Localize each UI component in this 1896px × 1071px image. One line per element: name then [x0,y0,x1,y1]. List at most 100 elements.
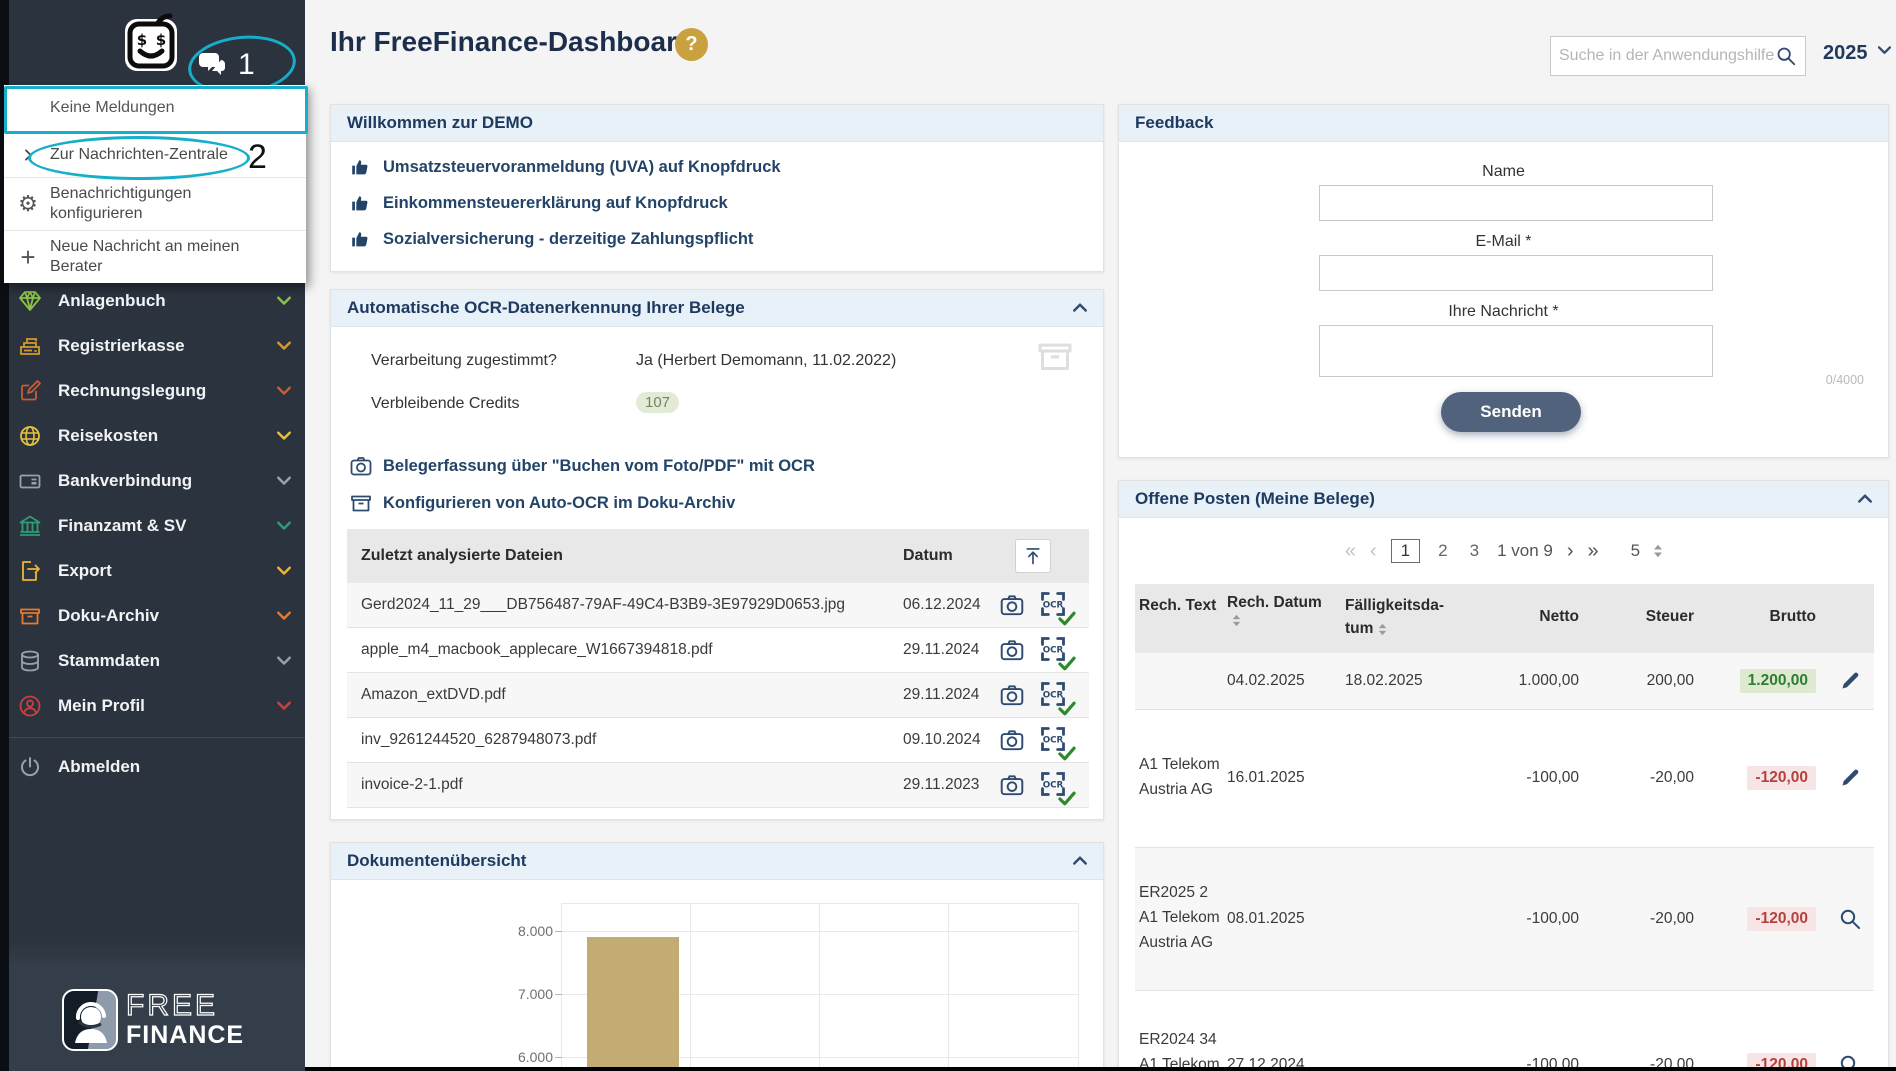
cell-rech-text: ER2024 34 A1 Telekom Austria AG [1135,1028,1223,1071]
menu-item-neue-nachricht[interactable]: + Neue Nachricht an meinen Berater [4,230,306,283]
y-axis-tick: 7.000 [481,986,553,1002]
prev-page-button[interactable]: ‹ [1370,540,1377,563]
documents-bar-chart: 8.000 7.000 6.000 [331,880,1104,1071]
ocr-status-icon[interactable]: OCR [1039,590,1069,620]
analyzed-files-header-row: Zuletzt analysierte Dateien Datum [347,529,1089,583]
page-size-spinner-icon[interactable] [1652,544,1664,558]
sidebar-item-anlagenbuch[interactable]: Anlagenbuch [0,278,305,323]
search-icon[interactable] [1775,45,1797,67]
file-name: Amazon_extDVD.pdf [361,686,506,704]
svg-text:OCR: OCR [1043,781,1064,791]
ocr-status-icon[interactable]: OCR [1039,725,1069,755]
column-header-faelligkeitsdatum[interactable]: Fälligkeitsda-tum [1341,594,1459,641]
sidebar-item-reisekosten[interactable]: Reisekosten [0,413,305,458]
chevron-down-icon[interactable] [275,652,293,670]
message-label: Ihre Nachricht * [1119,303,1888,321]
cell-steuer: -20,00 [1579,769,1694,787]
ocr-status-icon[interactable]: OCR [1039,635,1069,665]
file-name: apple_m4_macbook_applecare_W1667394818.p… [361,641,713,659]
email-field[interactable] [1319,255,1713,291]
camera-icon[interactable] [999,592,1025,618]
collapse-chevron-icon[interactable] [1856,490,1874,508]
sidebar-item-bankverbindung[interactable]: Bankverbindung [0,458,305,503]
last-page-button[interactable]: » [1588,540,1599,563]
link-belegerfassung[interactable]: Belegerfassung über "Buchen vom Foto/PDF… [349,454,815,478]
send-button[interactable]: Senden [1441,392,1581,432]
consent-value: Ja (Herbert Demomann, 11.02.2022) [636,352,896,370]
chevron-down-icon[interactable] [275,697,293,715]
messages-chat-icon[interactable] [196,50,230,80]
thumbs-up-icon [349,192,371,214]
column-header-steuer[interactable]: Steuer [1579,608,1694,626]
page-button[interactable]: 3 [1466,540,1483,562]
sidebar-item-rechnungslegung[interactable]: Rechnungslegung [0,368,305,413]
camera-icon[interactable] [999,637,1025,663]
edit-pencil-icon[interactable] [1838,766,1862,790]
link-uva[interactable]: Umsatzsteuervoranmeldung (UVA) auf Knopf… [349,156,1103,178]
chart-bar[interactable] [587,937,679,1071]
column-header-brutto[interactable]: Brutto [1694,608,1816,626]
bank-building-icon [18,514,42,538]
sidebar-item-mein-profil[interactable]: Mein Profil [0,683,305,728]
menu-item-benachrichtigungen[interactable]: ⚙ Benachrichtigungen konfigurieren [4,177,306,230]
sidebar-item-stammdaten[interactable]: Stammdaten [0,638,305,683]
collapse-chevron-icon[interactable] [1071,299,1089,317]
email-label: E-Mail * [1119,233,1888,251]
page-title: Ihr FreeFinance-Dashboard! [330,26,703,58]
next-page-button[interactable]: › [1567,540,1574,563]
camera-icon[interactable] [999,727,1025,753]
chevron-down-icon[interactable] [275,517,293,535]
chevron-down-icon[interactable] [275,472,293,490]
upload-button[interactable] [1015,539,1051,573]
thumbs-up-icon [349,228,371,250]
collapse-chevron-icon[interactable] [1071,852,1089,870]
chevron-down-icon[interactable] [275,292,293,310]
link-einkommensteuer[interactable]: Einkommensteuererklärung auf Knopfdruck [349,192,1103,214]
page-button[interactable]: 2 [1434,540,1451,562]
search-magnifier-icon[interactable] [1838,907,1862,931]
sidebar-item-doku-archiv[interactable]: Doku-Archiv [0,593,305,638]
thumbs-up-icon [349,156,371,178]
camera-icon[interactable] [999,772,1025,798]
sidebar-item-export[interactable]: Export [0,548,305,593]
sidebar-item-registrierkasse[interactable]: Registrierkasse [0,323,305,368]
page-button-current[interactable]: 1 [1391,539,1420,563]
chevron-down-icon[interactable] [275,337,293,355]
ocr-status-icon[interactable]: OCR [1039,770,1069,800]
chevron-down-icon[interactable] [275,607,293,625]
column-header-rech-text[interactable]: Rech. Text [1135,594,1223,641]
chevron-down-icon[interactable] [275,562,293,580]
page-size-selector[interactable]: 5 [1631,541,1664,561]
freefinance-brand-logo: FREE FINANCE [0,968,305,1071]
column-header-rech-datum[interactable]: Rech. Datum [1223,594,1341,641]
file-name: Gerd2024_11_29___DB756487-79AF-49C4-B3B9… [361,596,845,614]
column-header-netto[interactable]: Netto [1459,608,1579,626]
file-date: 29.11.2023 [903,776,979,794]
help-icon[interactable]: ? [675,28,708,61]
year-selector[interactable]: 2025 [1823,42,1893,65]
message-field[interactable] [1319,325,1713,377]
search-input[interactable] [1559,47,1775,65]
edit-pencil-icon[interactable] [1838,669,1862,693]
svg-text:$: $ [156,31,166,49]
link-sozialversicherung[interactable]: Sozialversicherung - derzeitige Zahlungs… [349,228,1103,250]
sidebar-item-finanzamt-sv[interactable]: Finanzamt & SV [0,503,305,548]
headset-person-icon [62,989,118,1051]
ocr-status-icon[interactable]: OCR [1039,680,1069,710]
camera-icon[interactable] [999,682,1025,708]
name-field[interactable] [1319,185,1713,221]
svg-text:$: $ [137,31,147,49]
chevron-down-icon[interactable] [275,382,293,400]
sort-icon[interactable] [1231,614,1242,627]
file-date: 06.12.2024 [903,596,981,614]
cell-netto: 1.000,00 [1459,672,1579,690]
logout-button[interactable]: Abmelden [0,744,305,789]
sort-icon[interactable] [1377,623,1388,636]
first-page-button[interactable]: « [1345,540,1356,563]
chevron-down-icon[interactable] [275,427,293,445]
file-date: 09.10.2024 [903,731,981,749]
archive-icon [18,604,42,628]
link-auto-ocr-konfigurieren[interactable]: Konfigurieren von Auto-OCR im Doku-Archi… [349,491,735,515]
cell-rech-text: A1 Telekom Austria AG [1135,753,1223,803]
open-item-row: A1 Telekom Austria AG 16.01.2025 -100,00… [1135,710,1874,848]
